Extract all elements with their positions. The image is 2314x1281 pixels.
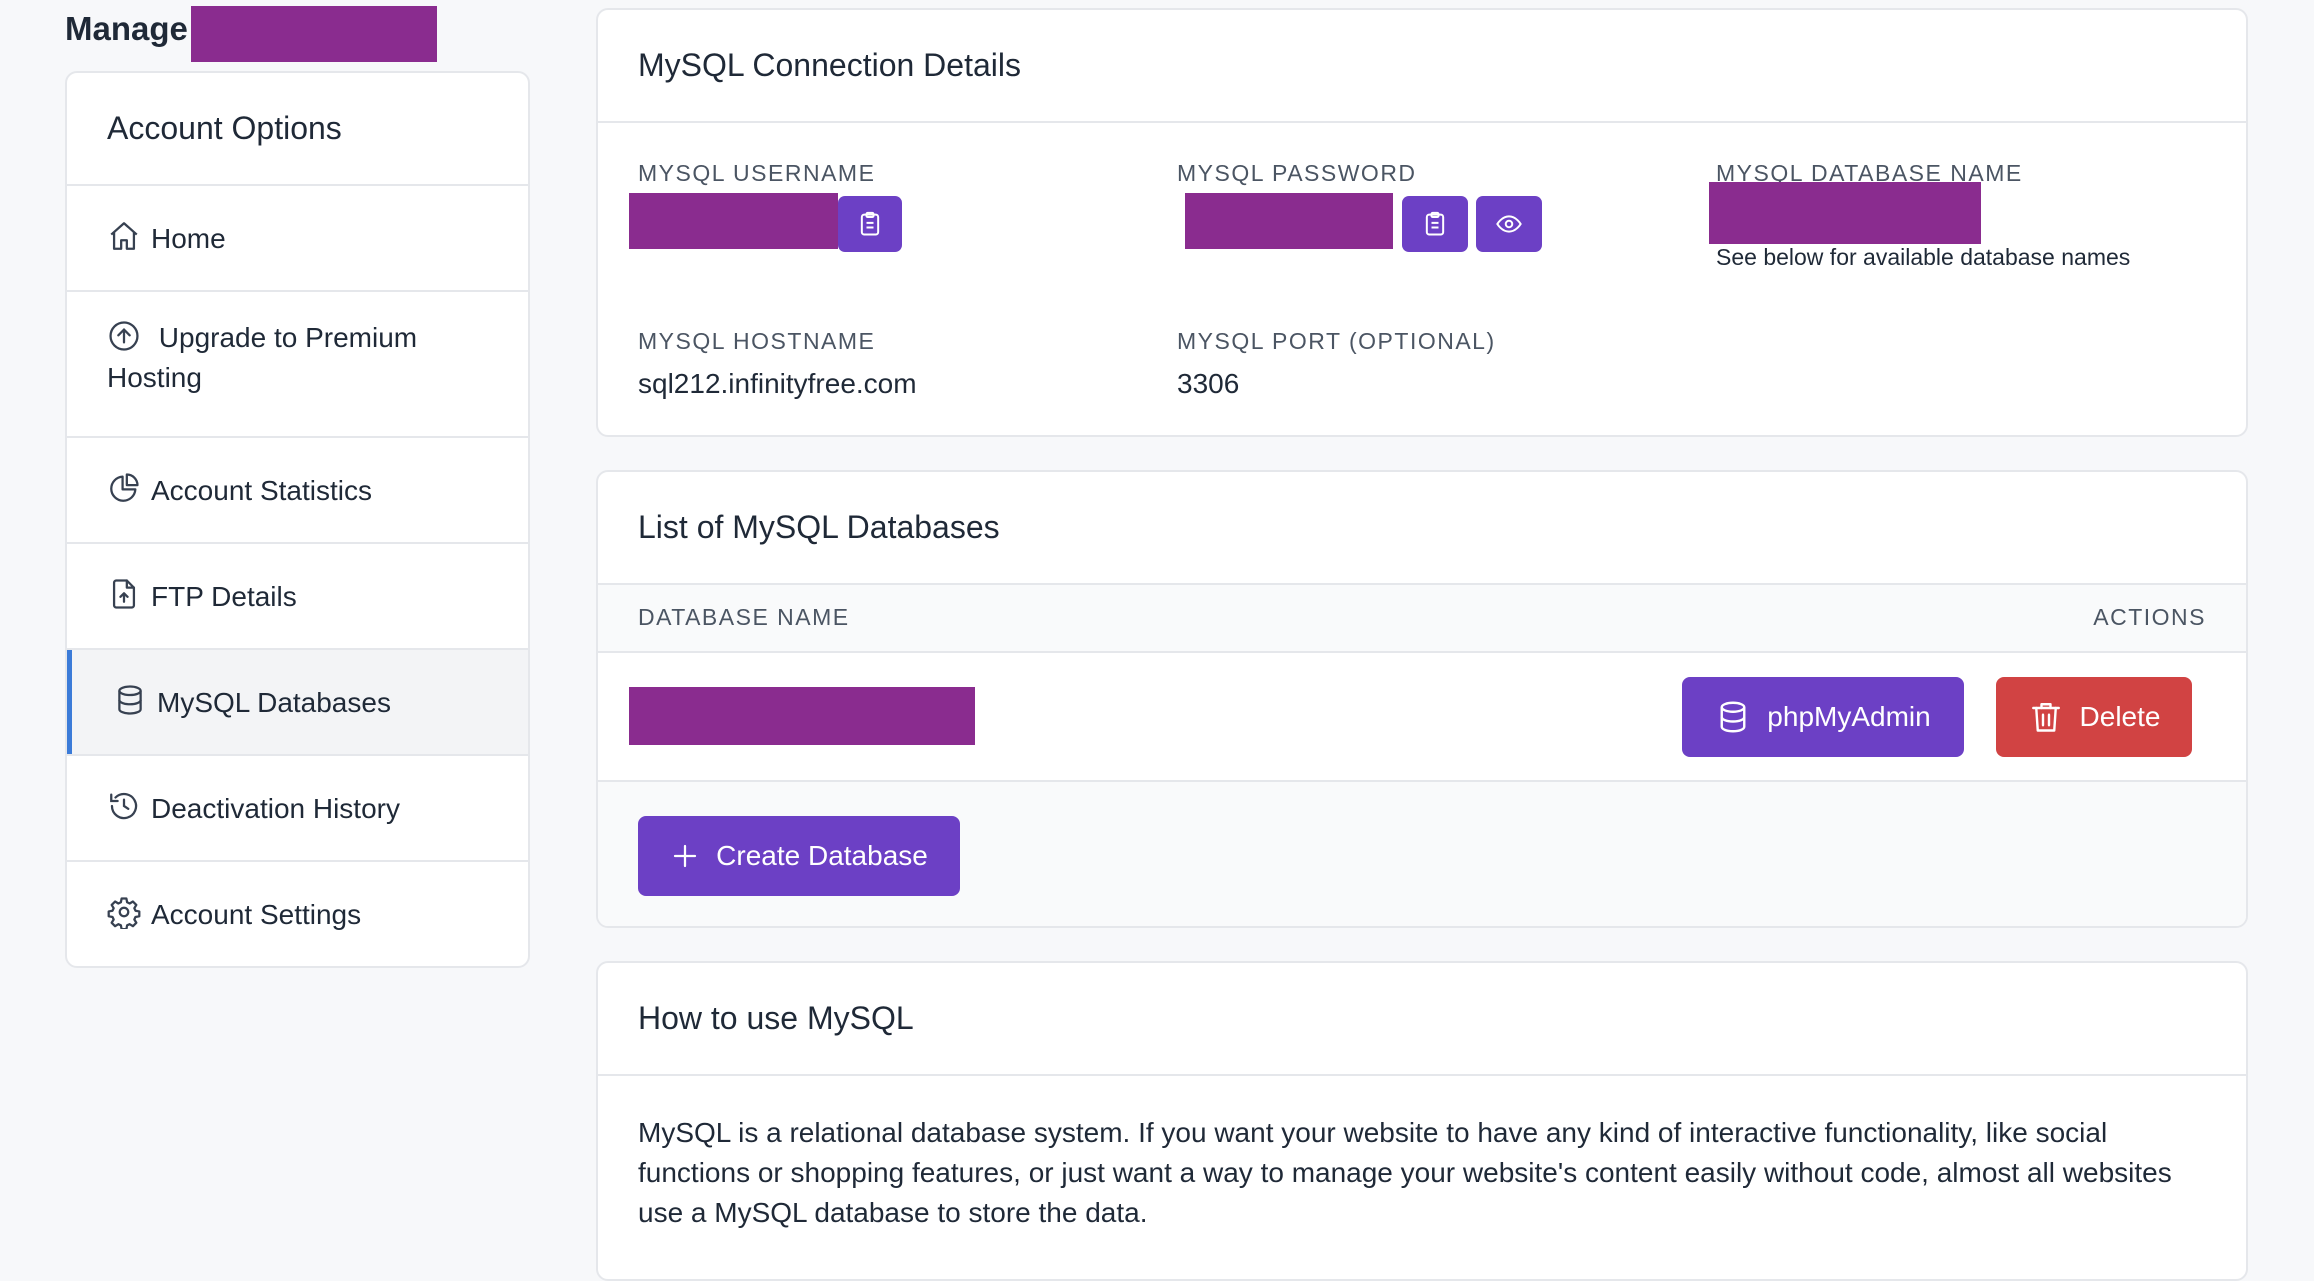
sidebar-item-label: Account Settings bbox=[151, 899, 362, 930]
arrow-up-circle-icon bbox=[107, 319, 141, 353]
page-title: Manage bbox=[65, 10, 188, 47]
file-upload-icon bbox=[107, 577, 141, 611]
sidebar-item-label: Home bbox=[151, 223, 226, 254]
card-title: List of MySQL Databases bbox=[598, 472, 2246, 585]
plus-icon bbox=[674, 844, 697, 868]
pie-chart-icon bbox=[107, 471, 141, 505]
column-header-database-name: DATABASE NAME bbox=[638, 604, 850, 630]
history-icon bbox=[107, 789, 141, 823]
database-name-hint: See below for available database names bbox=[1716, 244, 2131, 270]
redacted-password bbox=[1185, 193, 1393, 249]
create-database-button[interactable]: Create Database bbox=[638, 816, 960, 896]
redacted-account-name bbox=[191, 6, 437, 62]
port-label: MYSQL PORT (OPTIONAL) bbox=[1177, 328, 1496, 354]
column-header-actions: ACTIONS bbox=[2093, 604, 2206, 630]
sidebar-item-label: Account Statistics bbox=[151, 475, 372, 506]
sidebar-item-upgrade[interactable]: Upgrade to Premium Hosting bbox=[67, 292, 528, 438]
sidebar-item-account-settings[interactable]: Account Settings bbox=[67, 862, 528, 966]
redacted-database-name bbox=[1709, 182, 1981, 244]
phpmyadmin-label: phpMyAdmin bbox=[1767, 701, 1931, 732]
sidebar-heading: Account Options bbox=[67, 73, 528, 186]
sidebar-item-label: Deactivation History bbox=[151, 793, 400, 824]
sidebar-item-label: FTP Details bbox=[151, 581, 297, 612]
sidebar-item-statistics[interactable]: Account Statistics bbox=[67, 438, 528, 544]
card-title: How to use MySQL bbox=[598, 963, 2246, 1076]
show-password-button[interactable] bbox=[1476, 196, 1542, 252]
connection-details-card: MySQL Connection Details MYSQL USERNAME … bbox=[596, 8, 2248, 437]
database-icon bbox=[113, 683, 147, 717]
hostname-value: sql212.infinityfree.com bbox=[638, 368, 917, 399]
phpmyadmin-button[interactable]: phpMyAdmin bbox=[1682, 677, 1964, 757]
clipboard-icon bbox=[1425, 211, 1445, 236]
card-title: MySQL Connection Details bbox=[598, 10, 2246, 123]
database-icon bbox=[1720, 701, 1746, 733]
copy-password-button[interactable] bbox=[1402, 196, 1468, 252]
sidebar: Account Options Home Upgrade to Premium … bbox=[65, 71, 530, 968]
database-list-card: List of MySQL Databases DATABASE NAME AC… bbox=[596, 470, 2248, 928]
create-database-label: Create Database bbox=[716, 840, 928, 871]
card-footer: Create Database bbox=[598, 782, 2246, 926]
username-label: MYSQL USERNAME bbox=[638, 160, 876, 186]
gear-icon bbox=[107, 895, 141, 931]
sidebar-item-label: Upgrade to Premium Hosting bbox=[107, 322, 418, 393]
password-label: MYSQL PASSWORD bbox=[1177, 160, 1417, 186]
how-to-use-text: MySQL is a relational database system. I… bbox=[638, 1117, 2172, 1228]
home-icon bbox=[107, 219, 141, 253]
eye-icon bbox=[1496, 215, 1522, 233]
redacted-username bbox=[629, 193, 838, 249]
copy-username-button[interactable] bbox=[838, 196, 902, 252]
delete-database-button[interactable]: Delete bbox=[1996, 677, 2192, 757]
sidebar-item-mysql[interactable]: MySQL Databases bbox=[67, 650, 528, 756]
sidebar-item-ftp[interactable]: FTP Details bbox=[67, 544, 528, 650]
table-row: phpMyAdmin Delete bbox=[598, 653, 2246, 782]
how-to-use-card: How to use MySQL MySQL is a relational d… bbox=[596, 961, 2248, 1281]
sidebar-item-home[interactable]: Home bbox=[67, 186, 528, 292]
port-value: 3306 bbox=[1177, 368, 1240, 399]
clipboard-icon bbox=[860, 211, 880, 236]
sidebar-item-deactivation-history[interactable]: Deactivation History bbox=[67, 756, 528, 862]
trash-icon bbox=[2031, 703, 2060, 732]
sidebar-item-label: MySQL Databases bbox=[157, 687, 391, 718]
delete-label: Delete bbox=[2079, 701, 2161, 732]
hostname-label: MYSQL HOSTNAME bbox=[638, 328, 876, 354]
table-header: DATABASE NAME ACTIONS bbox=[598, 585, 2246, 653]
redacted-database-row-name bbox=[629, 687, 975, 745]
